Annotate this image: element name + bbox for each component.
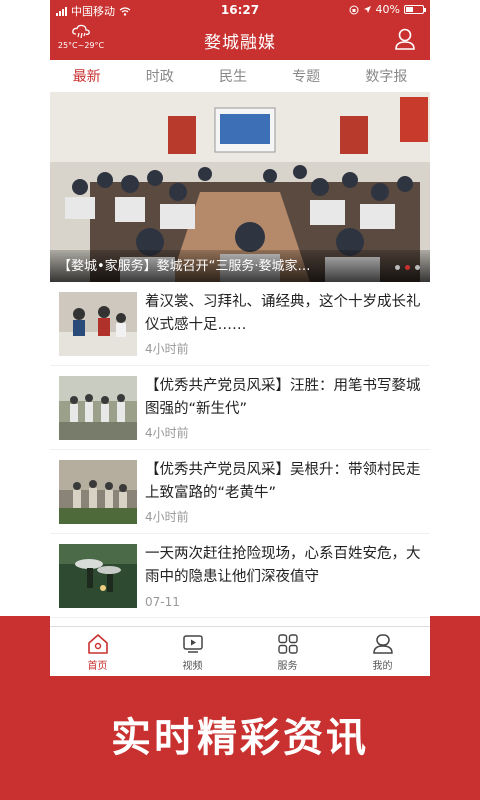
battery-icon xyxy=(404,5,426,14)
banner-caption-overlay: 【婺城•家服务】婺城召开“三服务·婺城家… xyxy=(50,250,430,282)
news-time: 4小时前 xyxy=(145,510,189,524)
news-thumbnail xyxy=(59,544,137,608)
grid-icon xyxy=(277,634,298,654)
bottom-navigation: 首页 视频 服务 我的 xyxy=(50,626,430,676)
news-thumbnail xyxy=(59,460,137,524)
news-item[interactable]: 着汉裳、习拜礼、诵经典，这个十岁成长礼仪式感十足…… 4小时前 xyxy=(50,282,430,366)
profile-icon[interactable] xyxy=(394,27,416,51)
phone-screen: 中国移动 16:27 40% 25°C~29°C 婺城融媒 最新 时政 民生 专… xyxy=(50,0,430,676)
tab-topics[interactable]: 专题 xyxy=(292,66,320,86)
carousel-indicator xyxy=(395,265,420,270)
news-title: 【优秀共产党员风采】吴根升：带领村民走上致富路的“老黄牛” xyxy=(145,462,421,501)
lock-rotation-icon xyxy=(349,5,359,14)
carousel-dot[interactable] xyxy=(395,265,400,270)
video-icon xyxy=(182,635,203,653)
carousel-dot-active[interactable] xyxy=(405,265,410,270)
user-icon xyxy=(372,634,393,654)
news-title: 【优秀共产党员风采】汪胜：用笔书写婺城图强的“新生代” xyxy=(145,378,421,417)
news-time: 07-11 xyxy=(145,595,180,609)
nav-mine[interactable]: 我的 xyxy=(348,627,418,676)
nav-mine-label: 我的 xyxy=(372,661,393,672)
news-item[interactable]: 一天两次赶往抢险现场，心系百姓安危，大雨中的隐患让他们深夜值守 07-11 xyxy=(50,534,430,618)
nav-video-label: 视频 xyxy=(182,661,203,672)
nav-home[interactable]: 首页 xyxy=(63,627,133,676)
news-thumbnail xyxy=(59,376,137,440)
nav-video[interactable]: 视频 xyxy=(158,627,228,676)
promo-slogan: 实时精彩资讯 xyxy=(111,715,369,761)
category-tabs: 最新 时政 民生 专题 数字报 xyxy=(50,60,430,93)
navigation-arrow-icon xyxy=(363,6,371,13)
news-thumbnail xyxy=(59,292,137,356)
tab-latest[interactable]: 最新 xyxy=(73,66,101,86)
home-icon xyxy=(87,634,108,654)
news-item[interactable]: 【优秀共产党员风采】汪胜：用笔书写婺城图强的“新生代” 4小时前 xyxy=(50,366,430,450)
news-list: 着汉裳、习拜礼、诵经典，这个十岁成长礼仪式感十足…… 4小时前 【优秀共产党员风… xyxy=(50,282,430,618)
banner-carousel[interactable]: 【婺城•家服务】婺城召开“三服务·婺城家… xyxy=(50,92,430,282)
nav-home-label: 首页 xyxy=(87,661,108,672)
tab-livelihood[interactable]: 民生 xyxy=(219,66,247,86)
battery-percent: 40% xyxy=(375,3,400,16)
app-header: 25°C~29°C 婺城融媒 xyxy=(50,20,430,60)
carousel-dot[interactable] xyxy=(415,265,420,270)
news-item[interactable]: 【优秀共产党员风采】吴根升：带领村民走上致富路的“老黄牛” 4小时前 xyxy=(50,450,430,534)
status-bar: 中国移动 16:27 40% xyxy=(50,0,430,20)
nav-services[interactable]: 服务 xyxy=(253,627,323,676)
tab-digital-paper[interactable]: 数字报 xyxy=(365,66,407,86)
tab-politics[interactable]: 时政 xyxy=(146,66,174,86)
news-time: 4小时前 xyxy=(145,426,189,440)
app-title: 婺城融媒 xyxy=(204,33,276,53)
news-title: 一天两次赶往抢险现场，心系百姓安危，大雨中的隐患让他们深夜值守 xyxy=(145,546,421,585)
banner-caption: 【婺城•家服务】婺城召开“三服务·婺城家… xyxy=(58,259,311,274)
nav-services-label: 服务 xyxy=(277,661,298,672)
news-title: 着汉裳、习拜礼、诵经典，这个十岁成长礼仪式感十足…… xyxy=(145,294,421,333)
news-time: 4小时前 xyxy=(145,342,189,356)
